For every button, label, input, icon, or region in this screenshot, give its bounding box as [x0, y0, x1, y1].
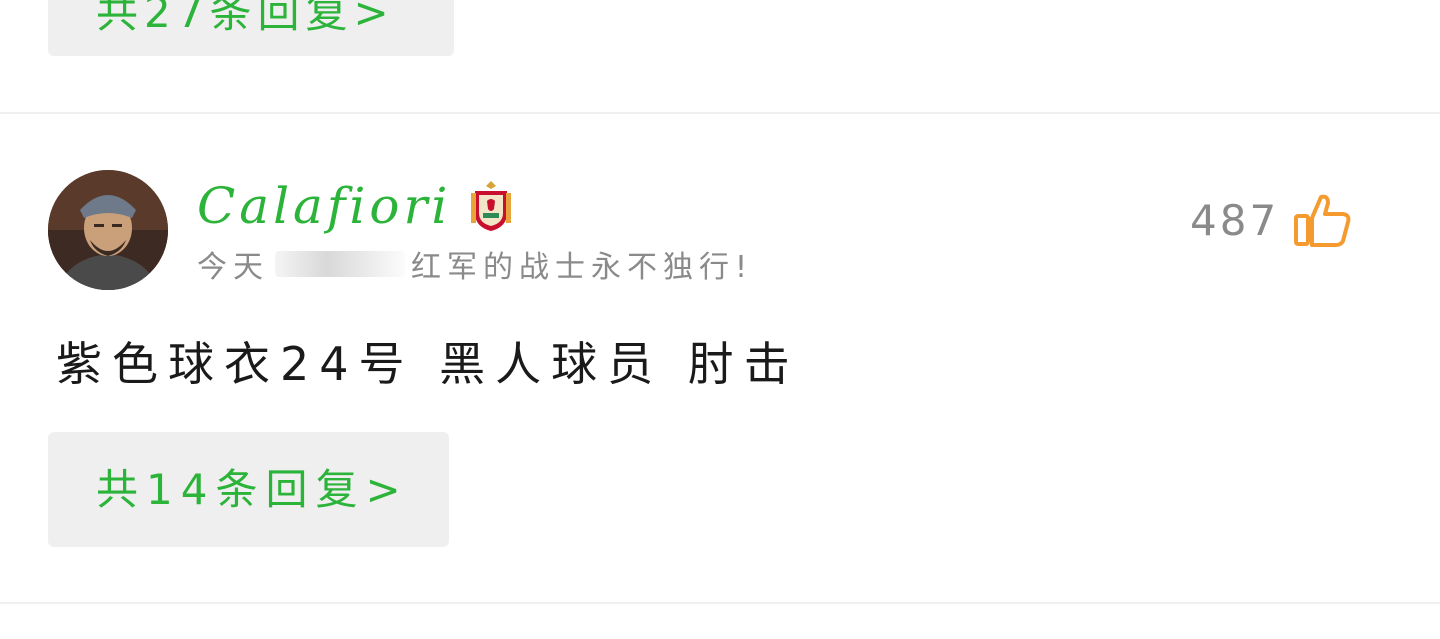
username-row: Calafiori	[197, 176, 513, 236]
username[interactable]: Calafiori	[197, 181, 451, 231]
avatar-image	[48, 170, 168, 290]
user-signature: 今天 红军的战士永不独行!	[197, 242, 753, 286]
liverpool-crest-icon	[471, 181, 512, 231]
signature-redacted	[275, 251, 405, 277]
view-replies-button[interactable]: 共14条回复>	[48, 432, 449, 547]
like-button[interactable]: 487	[1190, 186, 1355, 256]
signature-suffix: 红军的战士永不独行!	[411, 250, 754, 285]
comment-body: 紫色球衣24号 黑人球员 肘击	[56, 337, 800, 391]
comment-divider	[0, 602, 1440, 604]
thumbs-up-icon	[1294, 194, 1351, 247]
comment-divider	[0, 112, 1440, 114]
previous-replies-label: 共27条回复>	[96, 0, 395, 37]
like-count: 487	[1190, 196, 1280, 245]
signature-prefix: 今天	[197, 250, 269, 285]
view-replies-label: 共14条回复>	[96, 464, 409, 514]
avatar[interactable]	[48, 170, 168, 290]
previous-replies-button[interactable]: 共27条回复>	[48, 0, 454, 56]
